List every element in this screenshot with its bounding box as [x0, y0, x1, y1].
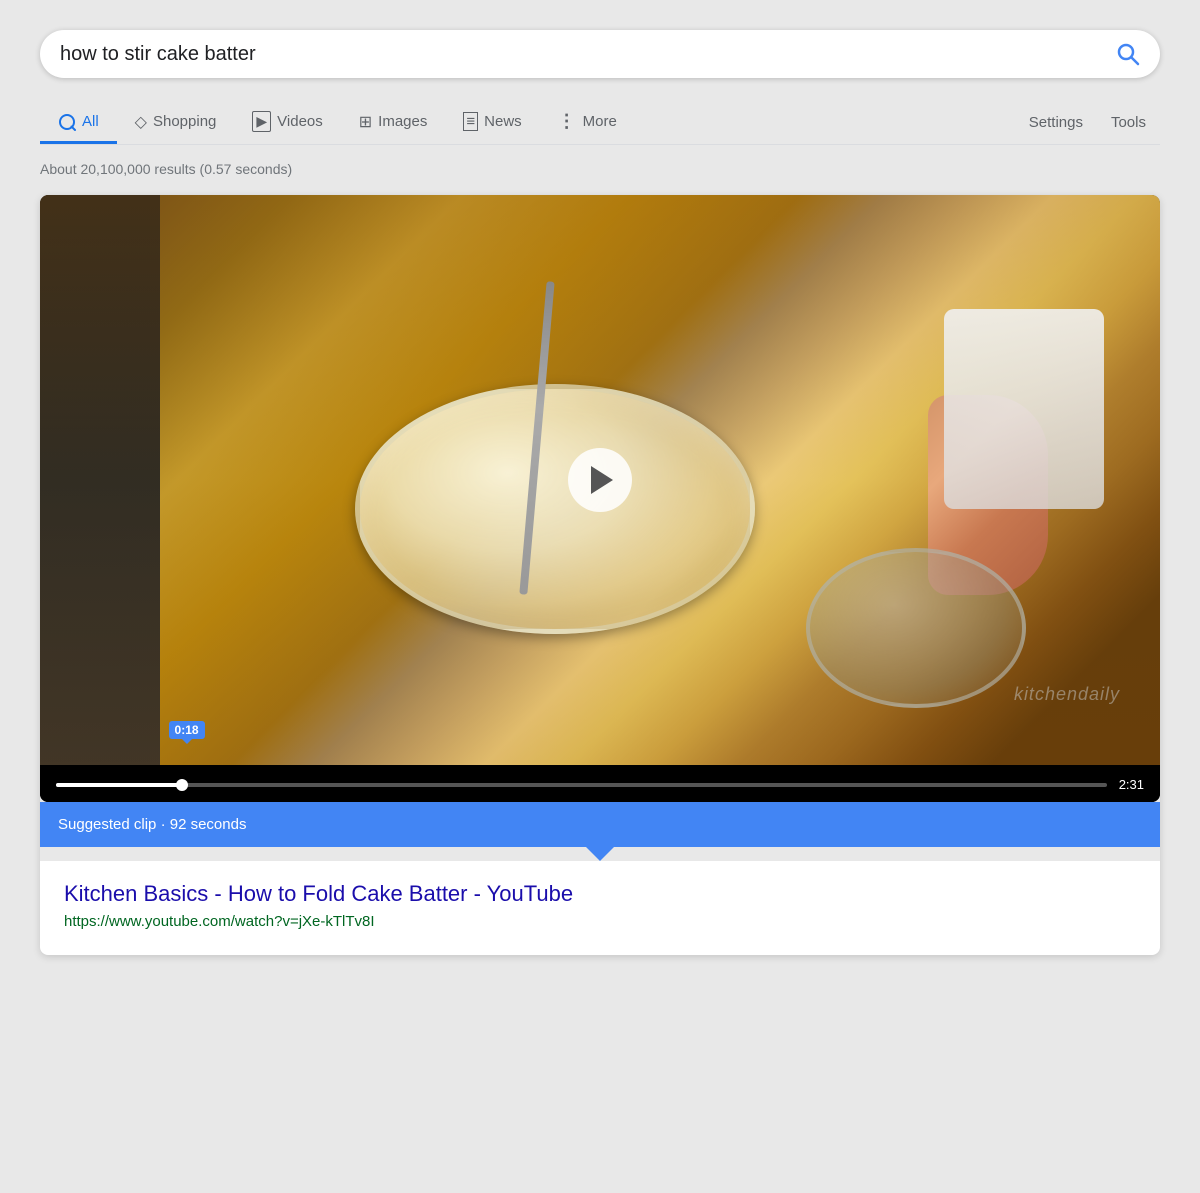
current-time-badge: 0:18	[169, 721, 205, 739]
settings-tab[interactable]: Settings	[1015, 104, 1097, 141]
search-icon	[1116, 42, 1140, 66]
progress-bar-fill	[56, 783, 182, 787]
news-icon: ≡	[463, 112, 478, 131]
tab-images-label: Images	[378, 113, 427, 130]
tab-all[interactable]: All	[40, 103, 117, 144]
play-triangle-icon	[591, 466, 613, 494]
tab-more-label: More	[583, 113, 617, 130]
tab-videos[interactable]: ▶ Videos	[234, 101, 340, 145]
tools-tab[interactable]: Tools	[1097, 104, 1160, 141]
search-bar	[40, 30, 1160, 78]
play-button[interactable]	[568, 448, 632, 512]
more-icon: ⋮	[558, 111, 577, 132]
tab-shopping-label: Shopping	[153, 113, 216, 130]
tools-label: Tools	[1111, 114, 1146, 131]
tab-images[interactable]: ⊞ Images	[341, 102, 446, 145]
video-player[interactable]: kitchendaily 0:18 2:31	[40, 195, 1160, 802]
chef-jacket	[944, 309, 1104, 509]
settings-label: Settings	[1029, 114, 1083, 131]
result-info-card: Kitchen Basics - How to Fold Cake Batter…	[40, 861, 1160, 955]
second-bowl	[806, 548, 1026, 708]
search-button[interactable]	[1116, 42, 1140, 66]
video-controls: 0:18 2:31	[40, 765, 1160, 802]
duration-label: 2:31	[1119, 777, 1144, 792]
result-title[interactable]: Kitchen Basics - How to Fold Cake Batter…	[64, 881, 1136, 907]
search-input[interactable]	[60, 43, 1116, 66]
suggested-clip-text: Suggested clip · 92 seconds	[58, 816, 246, 833]
progress-bar-track	[56, 783, 1107, 787]
videos-icon: ▶	[252, 111, 271, 132]
all-tab-icon	[58, 113, 76, 131]
tab-news-label: News	[484, 113, 522, 130]
video-thumbnail: kitchendaily	[40, 195, 1160, 765]
suggested-clip-bar: Suggested clip · 92 seconds	[40, 802, 1160, 847]
results-count: About 20,100,000 results (0.57 seconds)	[40, 161, 1160, 177]
tabs-row: All ◇ Shopping ▶ Videos ⊞ Images ≡ News …	[40, 100, 1160, 145]
progress-thumb	[176, 779, 188, 791]
progress-bar[interactable]: 2:31	[56, 777, 1144, 792]
suggested-clip-wrapper: Suggested clip · 92 seconds	[40, 802, 1160, 861]
tab-more[interactable]: ⋮ More	[540, 101, 635, 145]
tab-all-label: All	[82, 113, 99, 130]
images-icon: ⊞	[359, 112, 372, 132]
shopping-icon: ◇	[135, 112, 147, 132]
tab-videos-label: Videos	[277, 113, 323, 130]
watermark: kitchendaily	[1014, 684, 1120, 705]
bowl	[355, 384, 755, 634]
clip-indicator-arrow	[586, 847, 614, 861]
tab-shopping[interactable]: ◇ Shopping	[117, 102, 235, 145]
tab-news[interactable]: ≡ News	[445, 102, 539, 144]
video-result-card: kitchendaily 0:18 2:31 Suggested c	[40, 195, 1160, 955]
result-url: https://www.youtube.com/watch?v=jXe-kTlT…	[64, 913, 375, 930]
